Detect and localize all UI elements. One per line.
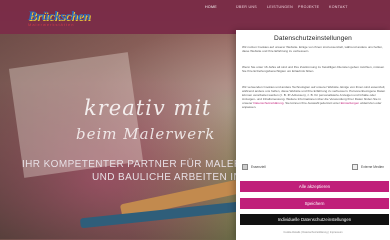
nav-home[interactable]: HOME (205, 5, 236, 9)
privacy-consent-dialog: Datenschutzeinstellungen Wir nutzen Cook… (236, 30, 390, 240)
consent-title: Datenschutzeinstellungen (274, 35, 352, 42)
main-nav: HOME ÜBER UNS LEISTUNGEN PROJEKTE KONTAK… (205, 5, 360, 9)
hero-chalk-text-2: beim Malerwerk (76, 125, 216, 143)
privacy-policy-link[interactable]: Datenschutzerklärung (253, 101, 283, 105)
consent-checkboxes: Essenziell Externe Medien (242, 164, 387, 170)
settings-link[interactable]: Einstellungen (341, 101, 360, 105)
external-media-label: Externe Medien (361, 165, 385, 169)
nav-services[interactable]: LEISTUNGEN (267, 5, 298, 9)
consent-details-text: Wir verwenden Cookies und andere Technol… (242, 85, 387, 110)
hero-chalk-text: kreativ mit (84, 96, 212, 120)
consent-minors-text: Wenn Sie unter 16 Jahre alt sind und Ihr… (242, 65, 385, 74)
consent-footer-links[interactable]: Cookie-Details | Datenschutzerklärung | … (236, 231, 390, 234)
essential-label: Essenziell (251, 165, 266, 169)
details-text-2: . Sie können Ihre Auswahl jederzeit unte… (283, 101, 340, 106)
essential-checkbox[interactable] (242, 164, 248, 170)
top-navbar: Brückschen Malerwerkstätten HOME ÜBER UN… (0, 0, 390, 34)
external-media-checkbox[interactable] (352, 164, 358, 170)
consent-intro-text: Wir nutzen Cookies auf unserer Website. … (242, 45, 383, 54)
site-logo[interactable]: Brückschen Malerwerkstätten (28, 8, 102, 30)
tagline-line-2: UND BAULICHE ARBEITEN IN (92, 172, 242, 183)
essential-checkbox-row[interactable]: Essenziell (242, 164, 266, 170)
save-button[interactable]: Speichern (240, 198, 389, 209)
tagline-line-1: IHR KOMPETENTER PARTNER FÜR MALER- L (22, 159, 255, 170)
nav-contact[interactable]: KONTAKT (329, 5, 360, 9)
individual-settings-button[interactable]: Individuelle Datenschutzeinstellungen (240, 214, 389, 225)
nav-about[interactable]: ÜBER UNS (236, 5, 267, 9)
accept-all-button[interactable]: Alle akzeptieren (240, 181, 389, 192)
external-media-checkbox-row[interactable]: Externe Medien (352, 164, 384, 170)
hero-tagline: IHR KOMPETENTER PARTNER FÜR MALER- L UND… (22, 158, 262, 184)
logo-subtitle: Malerwerkstätten (28, 22, 75, 27)
nav-projects[interactable]: PROJEKTE (298, 5, 329, 9)
